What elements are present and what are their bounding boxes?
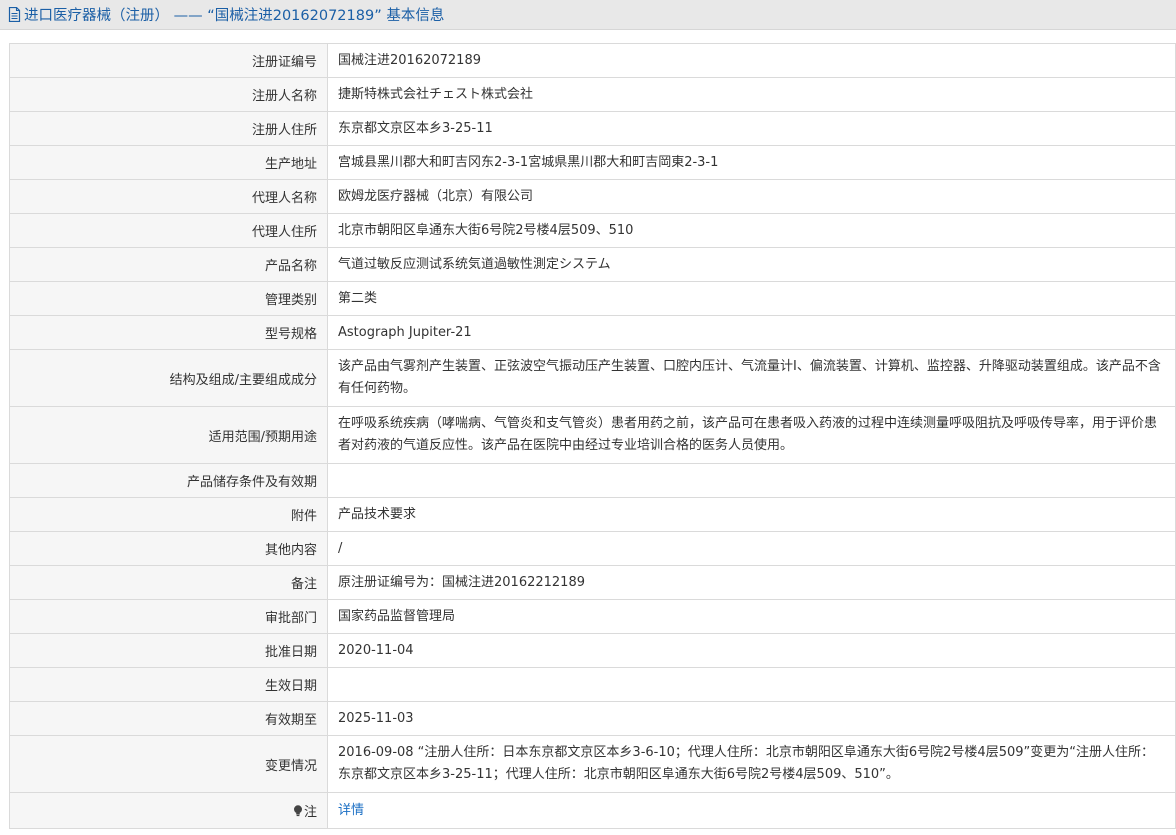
row-value-effective-date bbox=[327, 667, 1176, 702]
row-value-other-content: / bbox=[327, 531, 1176, 566]
table-row: 产品名称 气道过敏反应测试系统気道過敏性測定システム bbox=[9, 247, 1176, 282]
table-row: 结构及组成/主要组成成分 该产品由气雾剂产生装置、正弦波空气振动压产生装置、口腔… bbox=[9, 349, 1176, 407]
row-label-expiry-date: 有效期至 bbox=[9, 701, 328, 736]
table-row: 管理类别 第二类 bbox=[9, 281, 1176, 316]
row-value-intended-use: 在呼吸系统疾病（哮喘病、气管炎和支气管炎）患者用药之前，该产品可在患者吸入药液的… bbox=[327, 406, 1176, 464]
row-value-product-name: 气道过敏反应测试系统気道過敏性測定システム bbox=[327, 247, 1176, 282]
row-label-approval-department: 审批部门 bbox=[9, 599, 328, 634]
row-label-registrant-name: 注册人名称 bbox=[9, 77, 328, 112]
lightbulb-icon bbox=[293, 805, 303, 817]
row-label-change-history: 变更情况 bbox=[9, 735, 328, 793]
row-label-other-content: 其他内容 bbox=[9, 531, 328, 566]
note-label: 注 bbox=[303, 805, 317, 820]
row-label-intended-use: 适用范围/预期用途 bbox=[9, 406, 328, 464]
page-title: 进口医疗器械（注册） —— “国械注进20162072189” 基本信息 bbox=[24, 8, 445, 24]
row-label-attachment: 附件 bbox=[9, 497, 328, 532]
table-row: 注册证编号 国械注进20162072189 bbox=[9, 43, 1176, 78]
table-row: 附件 产品技术要求 bbox=[9, 497, 1176, 532]
table-row: 代理人名称 欧姆龙医疗器械（北京）有限公司 bbox=[9, 179, 1176, 214]
row-label-agent-address: 代理人住所 bbox=[9, 213, 328, 248]
row-label-approval-date: 批准日期 bbox=[9, 633, 328, 668]
table-row: 有效期至 2025-11-03 bbox=[9, 701, 1176, 736]
row-value-agent-address: 北京市朝阳区阜通东大街6号院2号楼4层509、510 bbox=[327, 213, 1176, 248]
row-value-note: 详情 bbox=[327, 792, 1176, 829]
row-value-model-spec: Astograph Jupiter-21 bbox=[327, 315, 1176, 350]
row-value-remarks: 原注册证编号为：国械注进20162212189 bbox=[327, 565, 1176, 600]
row-value-attachment: 产品技术要求 bbox=[327, 497, 1176, 532]
row-value-agent-name: 欧姆龙医疗器械（北京）有限公司 bbox=[327, 179, 1176, 214]
row-value-registrant-name: 捷斯特株式会社チェスト株式会社 bbox=[327, 77, 1176, 112]
table-row: 适用范围/预期用途 在呼吸系统疾病（哮喘病、气管炎和支气管炎）患者用药之前，该产… bbox=[9, 406, 1176, 464]
table-row: 型号规格 Astograph Jupiter-21 bbox=[9, 315, 1176, 350]
row-value-change-history: 2016-09-08 “注册人住所：日本东京都文京区本乡3-6-10；代理人住所… bbox=[327, 735, 1176, 793]
row-label-note: 注 bbox=[9, 792, 328, 829]
row-label-storage-validity: 产品储存条件及有效期 bbox=[9, 463, 328, 498]
row-label-structure-composition: 结构及组成/主要组成成分 bbox=[9, 349, 328, 407]
table-row: 生效日期 bbox=[9, 667, 1176, 702]
row-label-registration-number: 注册证编号 bbox=[9, 43, 328, 78]
row-value-production-address: 宫城县黑川郡大和町吉冈东2-3-1宮城県黒川郡大和町吉岡東2-3-1 bbox=[327, 145, 1176, 180]
row-value-structure-composition: 该产品由气雾剂产生装置、正弦波空气振动压产生装置、口腔内压计、气流量计Ⅰ、偏流装… bbox=[327, 349, 1176, 407]
table-row: 注册人住所 东京都文京区本乡3-25-11 bbox=[9, 111, 1176, 146]
table-row: 备注 原注册证编号为：国械注进20162212189 bbox=[9, 565, 1176, 600]
table-row: 变更情况 2016-09-08 “注册人住所：日本东京都文京区本乡3-6-10；… bbox=[9, 735, 1176, 793]
row-label-effective-date: 生效日期 bbox=[9, 667, 328, 702]
row-label-model-spec: 型号规格 bbox=[9, 315, 328, 350]
page-header: 进口医疗器械（注册） —— “国械注进20162072189” 基本信息 bbox=[0, 0, 1176, 30]
row-value-registrant-address: 东京都文京区本乡3-25-11 bbox=[327, 111, 1176, 146]
table-row: 注册人名称 捷斯特株式会社チェスト株式会社 bbox=[9, 77, 1176, 112]
table-row: 注 详情 bbox=[9, 792, 1176, 829]
row-value-approval-date: 2020-11-04 bbox=[327, 633, 1176, 668]
row-label-registrant-address: 注册人住所 bbox=[9, 111, 328, 146]
document-icon bbox=[8, 7, 21, 22]
table-row: 审批部门 国家药品监督管理局 bbox=[9, 599, 1176, 634]
table-row: 代理人住所 北京市朝阳区阜通东大街6号院2号楼4层509、510 bbox=[9, 213, 1176, 248]
table-row: 其他内容 / bbox=[9, 531, 1176, 566]
row-label-management-category: 管理类别 bbox=[9, 281, 328, 316]
row-label-agent-name: 代理人名称 bbox=[9, 179, 328, 214]
row-value-expiry-date: 2025-11-03 bbox=[327, 701, 1176, 736]
row-value-storage-validity bbox=[327, 463, 1176, 498]
row-value-registration-number: 国械注进20162072189 bbox=[327, 43, 1176, 78]
row-value-approval-department: 国家药品监督管理局 bbox=[327, 599, 1176, 634]
row-label-product-name: 产品名称 bbox=[9, 247, 328, 282]
row-value-management-category: 第二类 bbox=[327, 281, 1176, 316]
table-row: 批准日期 2020-11-04 bbox=[9, 633, 1176, 668]
row-label-remarks: 备注 bbox=[9, 565, 328, 600]
device-info-table: 注册证编号 国械注进20162072189 注册人名称 捷斯特株式会社チェスト株… bbox=[9, 43, 1176, 829]
table-row: 生产地址 宫城县黑川郡大和町吉冈东2-3-1宮城県黒川郡大和町吉岡東2-3-1 bbox=[9, 145, 1176, 180]
table-row: 产品储存条件及有效期 bbox=[9, 463, 1176, 498]
row-label-production-address: 生产地址 bbox=[9, 145, 328, 180]
details-link[interactable]: 详情 bbox=[338, 803, 364, 818]
